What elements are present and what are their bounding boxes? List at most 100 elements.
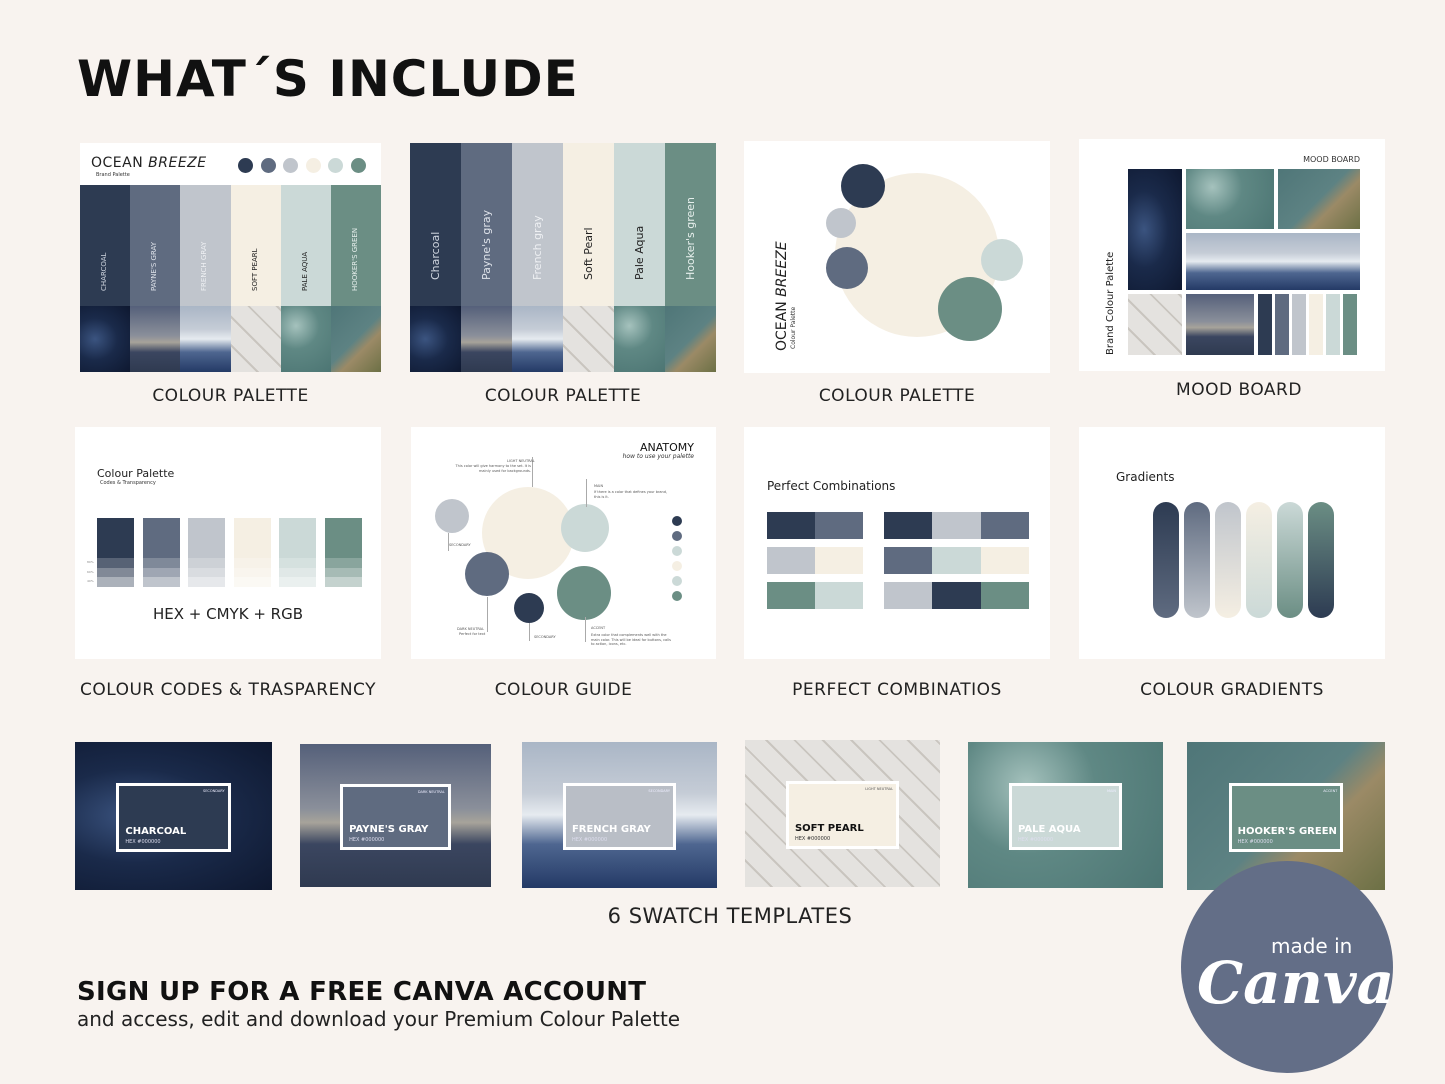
palette-circle: [981, 239, 1023, 281]
colour-photo: [665, 306, 716, 372]
swatch-template[interactable]: SECONDARY FRENCH GRAY HEX #000000: [522, 742, 717, 888]
combinations-title: Perfect Combinations: [767, 479, 896, 493]
combination-swatch: [884, 512, 933, 539]
colour-palette-card-3[interactable]: OCEAN BREEZE Colour Palette: [744, 141, 1050, 373]
swatch-name: PAYNE'S GRAY: [349, 823, 429, 835]
swatch-hex: HEX #000000: [794, 835, 831, 842]
guide-line: [448, 533, 449, 551]
palette-subtitle-vertical: Colour Palette: [790, 306, 797, 349]
colour-name-label: Charcoal: [429, 231, 442, 280]
perfect-combinations-card[interactable]: Perfect Combinations: [744, 427, 1050, 659]
colour-swatch: [324, 518, 362, 558]
mood-photo: [1186, 233, 1360, 290]
tint-swatch: [233, 558, 271, 568]
palette-title: OCEAN BREEZE: [91, 155, 207, 171]
made-in-canva-badge[interactable]: made in Canva: [1181, 861, 1394, 1073]
mood-colour-bar: [1292, 294, 1306, 355]
anatomy-dot: [672, 546, 682, 556]
swatch-hex: HEX #000000: [1237, 838, 1273, 845]
swatch-hex: HEX #000000: [349, 836, 385, 843]
combination-swatch: [980, 547, 1029, 574]
title-part: OCEAN: [774, 296, 790, 351]
tint-swatch: [142, 558, 180, 568]
colour-stripe: CHARCOAL: [80, 185, 131, 306]
formats-label: HEX + CMYK + RGB: [153, 605, 303, 623]
combination-swatch: [767, 512, 815, 539]
combination-swatch: [884, 547, 933, 574]
mood-colour-bar: [1309, 294, 1323, 355]
guide-line: [585, 617, 586, 642]
anatomy-dot: [672, 561, 682, 571]
colour-photo: [512, 306, 563, 372]
colour-guide-card[interactable]: ANATOMY how to use your palette LIGHT NE…: [411, 427, 716, 659]
colour-name-label: HOOKER'S GREEN: [351, 227, 359, 291]
tint-swatch: [188, 567, 225, 577]
tint-label: 80%: [87, 560, 94, 564]
swatch-role: LIGHT NEUTRAL: [865, 787, 894, 792]
colour-stripe: Soft Pearl: [563, 143, 614, 306]
colour-palette-card-1[interactable]: OCEAN BREEZE Brand Palette CHARCOAL PAYNE…: [80, 143, 381, 372]
colour-stripe: FRENCH GRAY: [180, 185, 231, 306]
colour-photo: [563, 306, 614, 372]
swatch-name: HOOKER'S GREEN: [1237, 825, 1337, 837]
caption-colour-gradients: COLOUR GRADIENTS: [1140, 680, 1324, 700]
swatch-template[interactable]: LIGHT NEUTRAL SOFT PEARL HEX #000000: [745, 740, 940, 887]
tint-swatch: [279, 558, 316, 568]
colour-dot: [350, 158, 366, 173]
mood-photo: [1186, 169, 1274, 229]
mood-board-heading: MOOD BOARD: [1303, 155, 1360, 164]
palette-circle: [826, 208, 856, 238]
anatomy-note: SECONDARY: [534, 635, 556, 639]
tint-swatch: [233, 577, 271, 587]
colour-gradients-card[interactable]: Gradients: [1079, 427, 1385, 659]
combination-swatch: [932, 512, 981, 539]
mood-photo: [1128, 169, 1182, 290]
colour-dot: [305, 158, 321, 173]
anatomy-circle: [557, 566, 611, 620]
title-part-italic: BREEZE: [148, 155, 207, 171]
colour-photo: [180, 306, 231, 372]
gradient-pill: [1277, 502, 1303, 618]
colour-photo: [614, 306, 665, 372]
anatomy-subtitle: how to use your palette: [622, 453, 694, 460]
colour-stripe: HOOKER'S GREEN: [331, 185, 381, 306]
swatch-role: ACCENT: [1323, 789, 1338, 794]
caption-perfect-combinations: PERFECT COMBINATIOS: [792, 680, 1002, 700]
swatch-template[interactable]: MAIN PALE AQUA HEX #000000: [968, 742, 1163, 888]
colour-photo: [230, 306, 281, 372]
anatomy-circle: [561, 504, 609, 552]
colour-photo: [331, 306, 381, 372]
combination-swatch: [815, 512, 863, 539]
anatomy-dot: [672, 591, 682, 601]
swatch-hex: HEX #000000: [125, 838, 161, 845]
swatch-role: SECONDARY: [648, 788, 671, 793]
swatch-name: CHARCOAL: [125, 825, 187, 837]
tint-swatch: [324, 577, 362, 587]
swatch-template[interactable]: DARK NEUTRAL PAYNE'S GRAY HEX #000000: [300, 744, 491, 887]
mood-board-card[interactable]: MOOD BOARD Brand Colour Palette: [1079, 139, 1385, 371]
swatch-hex: HEX #000000: [1017, 837, 1054, 844]
combination-swatch: [932, 582, 981, 609]
colour-dot: [328, 158, 343, 173]
colour-codes-card[interactable]: Colour Palette Codes & Transparency HEX …: [75, 427, 381, 659]
palette-circle: [826, 247, 868, 289]
colour-dot: [238, 158, 253, 173]
anatomy-note: MAIN: [594, 484, 604, 488]
colour-palette-card-2[interactable]: Charcoal Payne's gray French gray Soft Pear…: [410, 143, 716, 372]
mood-photo: [1128, 294, 1182, 355]
palette-circle: [841, 164, 885, 208]
swatch-box: SECONDARY FRENCH GRAY HEX #000000: [562, 782, 677, 851]
guide-line: [586, 479, 587, 507]
mood-photo: [1278, 169, 1360, 229]
swatch-box: LIGHT NEUTRAL SOFT PEARL HEX #000000: [785, 781, 900, 849]
swatch-name: SOFT PEARL: [794, 822, 864, 834]
swatch-box: SECONDARY CHARCOAL HEX #000000: [116, 783, 231, 852]
swatch-template[interactable]: SECONDARY CHARCOAL HEX #000000: [75, 742, 272, 890]
anatomy-note: Extra color that complements well with t…: [591, 633, 671, 647]
colour-stripe: Payne's gray: [461, 143, 512, 306]
combination-swatch: [815, 582, 863, 609]
colour-name-label: FRENCH GRAY: [200, 241, 209, 291]
tint-swatch: [233, 567, 271, 577]
combination-swatch: [980, 582, 1029, 609]
colour-stripe: PAYNE'S GRAY: [130, 185, 181, 306]
